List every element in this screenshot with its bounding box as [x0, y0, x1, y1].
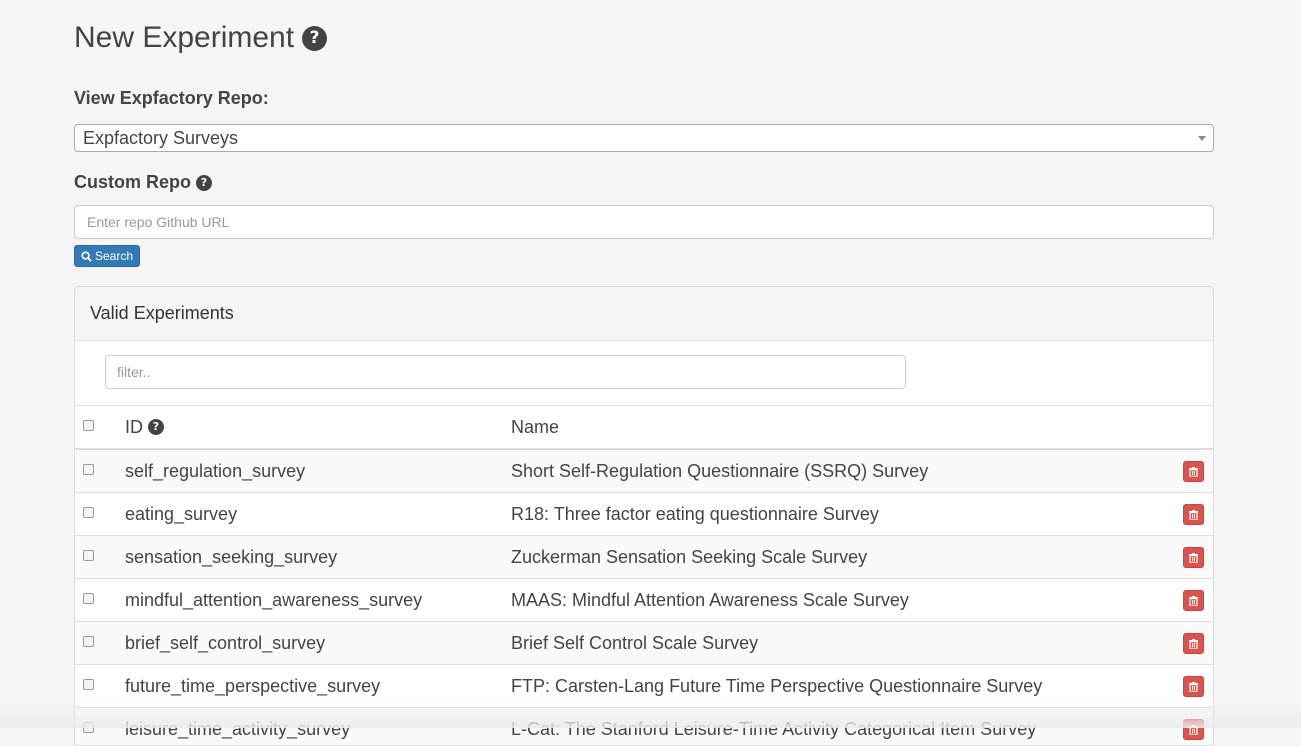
custom-repo-label-row: Custom Repo ? [74, 172, 212, 193]
table-row: self_regulation_survey Short Self-Regula… [75, 450, 1213, 493]
experiment-id: brief_self_control_survey [125, 633, 326, 653]
table-row: sensation_seeking_survey Zuckerman Sensa… [75, 536, 1213, 579]
experiment-id: mindful_attention_awareness_survey [125, 590, 423, 610]
filter-input[interactable] [105, 355, 906, 389]
row-checkbox[interactable] [83, 507, 94, 518]
experiment-id: leisure_time_activity_survey [125, 719, 351, 739]
select-all-checkbox[interactable] [83, 420, 94, 431]
search-icon [81, 250, 92, 262]
experiment-id: eating_survey [125, 504, 238, 524]
trash-icon [1189, 595, 1198, 606]
panel-title: Valid Experiments [75, 287, 1213, 341]
page-title-row: New Experiment ? [74, 18, 328, 58]
trash-icon [1189, 466, 1198, 477]
table-row: eating_survey R18: Three factor eating q… [75, 493, 1213, 536]
trash-icon [1189, 509, 1198, 520]
column-header-id: ID ? [125, 406, 164, 448]
row-checkbox[interactable] [83, 679, 94, 690]
table-header: ID ? Name [75, 406, 1213, 450]
delete-button[interactable] [1183, 590, 1204, 611]
experiment-name: Zuckerman Sensation Seeking Scale Survey [511, 547, 868, 567]
question-circle-icon[interactable]: ? [302, 25, 328, 51]
valid-experiments-panel: Valid Experiments ID ? Name self_regulat… [74, 286, 1214, 746]
delete-button[interactable] [1183, 633, 1204, 654]
delete-button[interactable] [1183, 676, 1204, 697]
search-button-label: Search [95, 249, 134, 263]
experiment-name: FTP: Carsten-Lang Future Time Perspectiv… [511, 676, 1043, 696]
column-header-name: Name [511, 417, 560, 437]
trash-icon [1189, 552, 1198, 563]
row-checkbox[interactable] [83, 636, 94, 647]
experiment-name: MAAS: Mindful Attention Awareness Scale … [511, 590, 909, 610]
trash-icon [1189, 681, 1198, 692]
trash-icon [1189, 638, 1198, 649]
filter-row [75, 341, 1213, 406]
delete-button[interactable] [1183, 719, 1204, 740]
question-circle-icon[interactable]: ? [148, 419, 164, 435]
experiment-name: R18: Three factor eating questionnaire S… [511, 504, 879, 524]
table-row: leisure_time_activity_survey L-Cat: The … [75, 708, 1213, 745]
question-circle-icon[interactable]: ? [196, 174, 212, 191]
trash-icon [1189, 724, 1198, 735]
table-row: future_time_perspective_survey FTP: Cars… [75, 665, 1213, 708]
delete-button[interactable] [1183, 461, 1204, 482]
column-id-label: ID [125, 417, 143, 437]
repo-url-input[interactable] [74, 205, 1214, 239]
delete-button[interactable] [1183, 547, 1204, 568]
page-title: New Experiment [74, 21, 295, 54]
repo-select-value: Expfactory Surveys [83, 128, 239, 148]
experiment-name: L-Cat: The Stanford Leisure-Time Activit… [511, 719, 1037, 739]
repo-select[interactable]: Expfactory Surveys [74, 124, 1214, 152]
row-checkbox[interactable] [83, 593, 94, 604]
search-button[interactable]: Search [74, 245, 141, 267]
experiment-name: Brief Self Control Scale Survey [511, 633, 759, 653]
experiment-name: Short Self-Regulation Questionnaire (SSR… [511, 461, 929, 481]
repo-label: View Expfactory Repo: [74, 88, 269, 108]
table-row: brief_self_control_survey Brief Self Con… [75, 622, 1213, 665]
chevron-down-icon [1198, 136, 1206, 141]
row-checkbox[interactable] [83, 464, 94, 475]
experiment-id: sensation_seeking_survey [125, 547, 338, 567]
delete-button[interactable] [1183, 504, 1204, 525]
table-row: mindful_attention_awareness_survey MAAS:… [75, 579, 1213, 622]
experiment-id: self_regulation_survey [125, 461, 306, 481]
experiment-id: future_time_perspective_survey [125, 676, 381, 696]
custom-repo-label: Custom Repo [74, 172, 191, 192]
row-checkbox[interactable] [83, 550, 94, 561]
